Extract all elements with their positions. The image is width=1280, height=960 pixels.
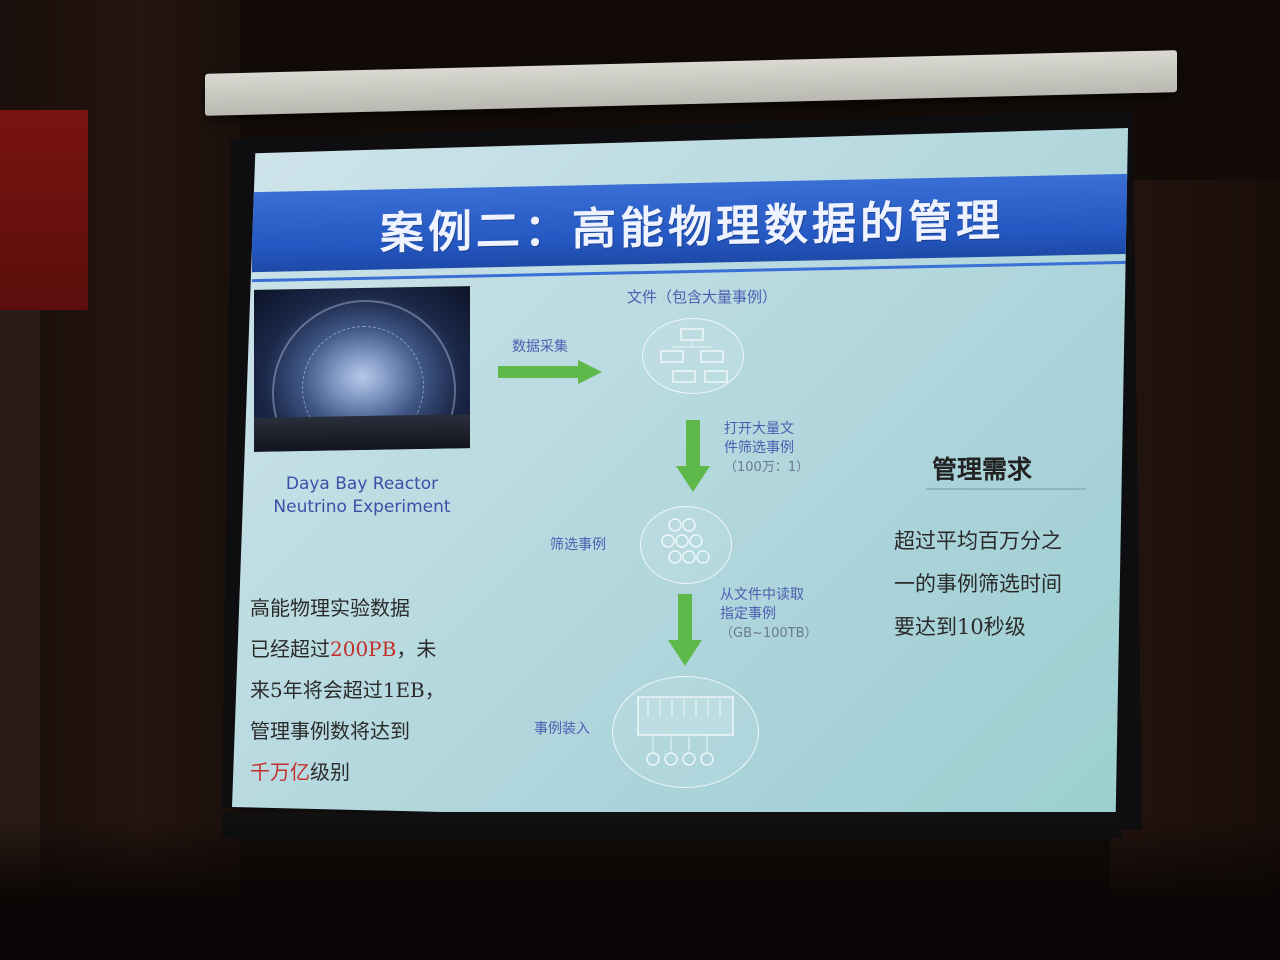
line2-prefix: 已经超过 bbox=[250, 637, 330, 661]
scale-highlight: 千万亿 bbox=[250, 760, 310, 784]
collect-arrow-icon bbox=[498, 360, 602, 384]
read-events-arrow-icon bbox=[668, 594, 702, 666]
read-events-size: （GB~100TB） bbox=[720, 626, 818, 641]
projected-slide: 案例二：高能物理数据的管理 Daya Bay Reactor Neutrino … bbox=[232, 128, 1128, 828]
red-banner bbox=[0, 110, 88, 310]
projector-screen-housing bbox=[205, 50, 1177, 116]
open-files-ratio: （100万：1） bbox=[724, 460, 810, 475]
slide-title-bar: 案例二：高能物理数据的管理 bbox=[252, 173, 1128, 273]
event-dots-icon bbox=[661, 518, 710, 564]
server-rack-icon bbox=[637, 696, 734, 766]
photo-caption-line-2: Neutrino Experiment bbox=[273, 497, 451, 517]
read-events-line-2: 指定事例 bbox=[720, 606, 776, 622]
requirement-line-1: 超过平均百万分之 bbox=[894, 529, 1062, 553]
requirement-title: 管理需求 bbox=[932, 455, 1033, 484]
read-events-label: 从文件中读取 指定事例 （GB~100TB） bbox=[720, 586, 818, 643]
photo-caption: Daya Bay Reactor Neutrino Experiment bbox=[252, 473, 472, 519]
audience-shadow bbox=[0, 820, 1280, 960]
detector-photo bbox=[254, 286, 470, 452]
file-circle bbox=[642, 318, 744, 394]
slide-title: 案例二：高能物理数据的管理 bbox=[380, 195, 1004, 260]
open-files-line-1: 打开大量文 bbox=[724, 421, 794, 437]
left-text-line-3: 来5年将会超过1EB， bbox=[250, 678, 445, 702]
open-files-line-2: 件筛选事例 bbox=[724, 440, 794, 456]
open-files-label: 打开大量文 件筛选事例 （100万：1） bbox=[724, 420, 809, 477]
left-text-line-1: 高能物理实验数据 bbox=[250, 596, 410, 620]
filtered-label: 筛选事例 bbox=[550, 537, 606, 553]
line2-suffix: ，未 bbox=[396, 637, 437, 661]
left-text-line-2: 已经超过200PB，未 bbox=[250, 629, 480, 670]
requirement-text: 超过平均百万分之 一的事例筛选时间 要达到10秒级 bbox=[894, 520, 1114, 649]
event-loading-circle bbox=[612, 676, 759, 788]
file-label: 文件（包含大量事例） bbox=[627, 288, 778, 306]
left-text-line-5: 千万亿级别 bbox=[250, 752, 480, 793]
data-volume-text: 高能物理实验数据 已经超过200PB，未 来5年将会超过1EB， 管理事例数将达… bbox=[250, 588, 480, 793]
detector-floor bbox=[254, 414, 470, 452]
requirement-divider bbox=[926, 488, 1086, 490]
file-tree-icon bbox=[660, 328, 728, 383]
line5-suffix: 级别 bbox=[310, 760, 350, 784]
collect-label: 数据采集 bbox=[512, 339, 568, 355]
requirement-line-3: 要达到10秒级 bbox=[894, 615, 1026, 639]
read-events-line-1: 从文件中读取 bbox=[720, 587, 804, 603]
load-label: 事例装入 bbox=[534, 721, 590, 737]
open-files-arrow-icon bbox=[676, 420, 710, 492]
left-text-line-4: 管理事例数将达到 bbox=[250, 719, 410, 743]
volume-200pb: 200PB bbox=[330, 637, 397, 661]
filtered-events-circle bbox=[640, 506, 732, 584]
photo-caption-line-1: Daya Bay Reactor bbox=[285, 474, 439, 494]
requirement-line-2: 一的事例筛选时间 bbox=[894, 572, 1062, 596]
